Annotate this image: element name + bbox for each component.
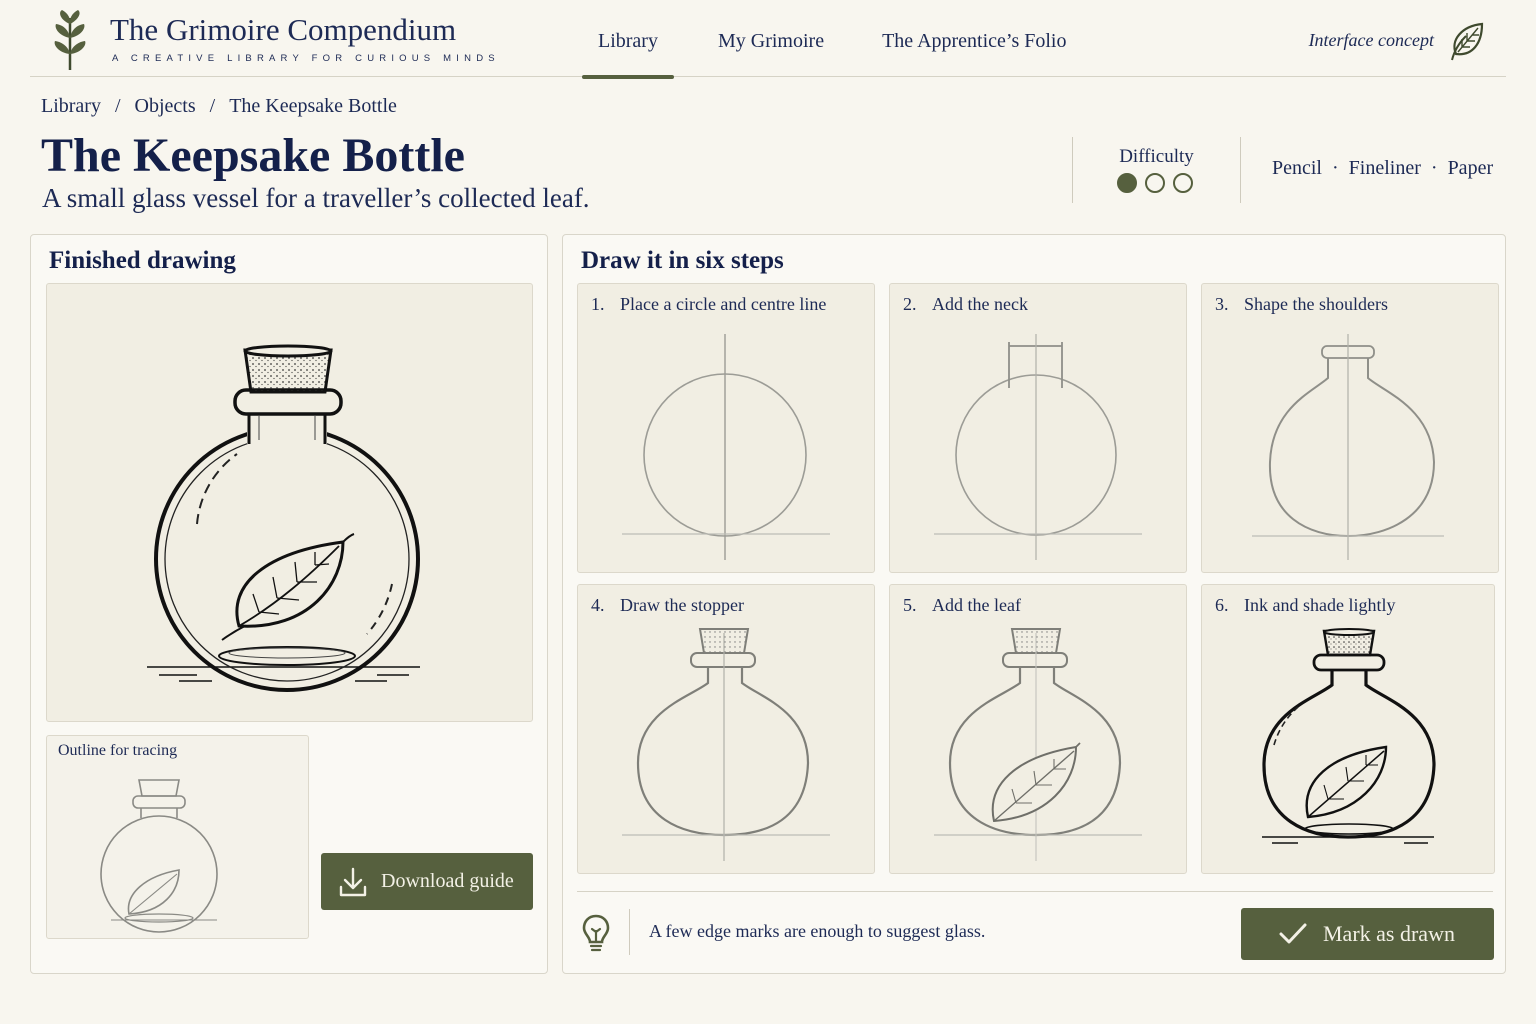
nav-library[interactable]: Library: [582, 0, 674, 79]
download-icon: [339, 867, 367, 896]
tip-text: A few edge marks are enough to suggest g…: [649, 921, 986, 941]
materials-separator: ·: [1430, 157, 1438, 179]
page-title: The Keepsake Bottle: [41, 129, 465, 182]
download-guide-label: Download guide: [381, 870, 514, 892]
material-paper: Paper: [1447, 157, 1494, 179]
step-title: Shape the shoulders: [1244, 294, 1388, 314]
step-1-illustration: [622, 334, 830, 560]
difficulty-dot-empty: [1145, 173, 1165, 193]
step-card-2[interactable]: 2. Add the neck: [889, 283, 1187, 573]
brand-tagline: A CREATIVE LIBRARY FOR CURIOUS MINDS: [112, 53, 500, 64]
check-icon: [1279, 923, 1307, 944]
step-title: Place a circle and centre line: [620, 294, 827, 314]
finished-drawing-panel: Finished drawing Outline for tracing Dow…: [30, 234, 548, 974]
mark-as-drawn-label: Mark as drawn: [1323, 921, 1455, 946]
leaf-icon: [1451, 22, 1484, 61]
divider: [577, 891, 1493, 892]
difficulty-dot-filled: [1117, 173, 1137, 193]
finished-drawing-image: [46, 283, 533, 722]
steps-heading: Draw it in six steps: [581, 247, 784, 274]
steps-panel: Draw it in six steps 1. Place a circle a…: [562, 234, 1506, 974]
mark-as-drawn-button[interactable]: Mark as drawn: [1241, 908, 1494, 960]
divider: [629, 909, 630, 955]
step-title: Add the neck: [932, 294, 1028, 314]
step-card-1[interactable]: 1. Place a circle and centre line: [577, 283, 875, 573]
step-number: 5.: [903, 595, 917, 615]
materials-list: Pencil · Fineliner · Paper: [1272, 157, 1493, 180]
divider: [1072, 137, 1073, 203]
material-pencil: Pencil: [1272, 157, 1322, 179]
step-title: Draw the stopper: [620, 595, 744, 615]
difficulty-dot-empty: [1173, 173, 1193, 193]
sprig-icon: [54, 10, 86, 70]
nav-apprentices-folio[interactable]: The Apprentice’s Folio: [882, 0, 1066, 77]
breadcrumb-separator: /: [209, 95, 216, 117]
step-5-illustration: [934, 628, 1142, 861]
step-number: 4.: [591, 595, 605, 615]
difficulty-label: Difficulty: [1119, 146, 1194, 167]
lightbulb-icon: [582, 914, 610, 952]
step-number: 6.: [1215, 595, 1229, 615]
step-4-illustration: [622, 628, 830, 861]
step-number: 3.: [1215, 294, 1229, 314]
step-card-6[interactable]: 6. Ink and shade lightly: [1201, 584, 1495, 874]
main-nav: Library My Grimoire The Apprentice’s Fol…: [582, 0, 1067, 79]
material-fineliner: Fineliner: [1348, 157, 1421, 179]
brand-title[interactable]: The Grimoire Compendium: [110, 12, 456, 48]
nav-my-grimoire[interactable]: My Grimoire: [718, 0, 824, 77]
step-number: 1.: [591, 294, 605, 314]
breadcrumb-library[interactable]: Library: [41, 95, 101, 118]
divider: [1240, 137, 1241, 203]
tracing-outline-label: Outline for tracing: [58, 742, 178, 759]
app-header: The Grimoire Compendium A CREATIVE LIBRA…: [30, 0, 1506, 79]
step-3-illustration: [1252, 334, 1444, 560]
breadcrumb-current: The Keepsake Bottle: [229, 95, 397, 117]
difficulty-rating: [1117, 173, 1193, 193]
step-title: Ink and shade lightly: [1244, 595, 1396, 615]
tracing-outline-card[interactable]: Outline for tracing: [46, 735, 309, 939]
step-2-illustration: [934, 334, 1142, 560]
step-card-3[interactable]: 3. Shape the shoulders: [1201, 283, 1499, 573]
step-6-illustration: [1262, 628, 1436, 844]
tracing-outline-illustration: [100, 779, 218, 933]
finished-drawing-heading: Finished drawing: [49, 247, 236, 274]
bottle-illustration: [147, 344, 420, 692]
materials-separator: ·: [1332, 157, 1339, 179]
step-number: 2.: [903, 294, 917, 314]
breadcrumb: Library / Objects / The Keepsake Bottle: [41, 95, 397, 118]
step-card-4[interactable]: 4. Draw the stopper: [577, 584, 875, 874]
step-card-5[interactable]: 5. Add the leaf: [889, 584, 1187, 874]
breadcrumb-separator: /: [114, 95, 121, 117]
step-title: Add the leaf: [932, 595, 1021, 615]
interface-concept-label: Interface concept: [1308, 30, 1434, 50]
breadcrumb-objects[interactable]: Objects: [135, 95, 196, 118]
download-guide-button[interactable]: Download guide: [321, 853, 533, 910]
page-subtitle: A small glass vessel for a traveller’s c…: [42, 183, 590, 213]
